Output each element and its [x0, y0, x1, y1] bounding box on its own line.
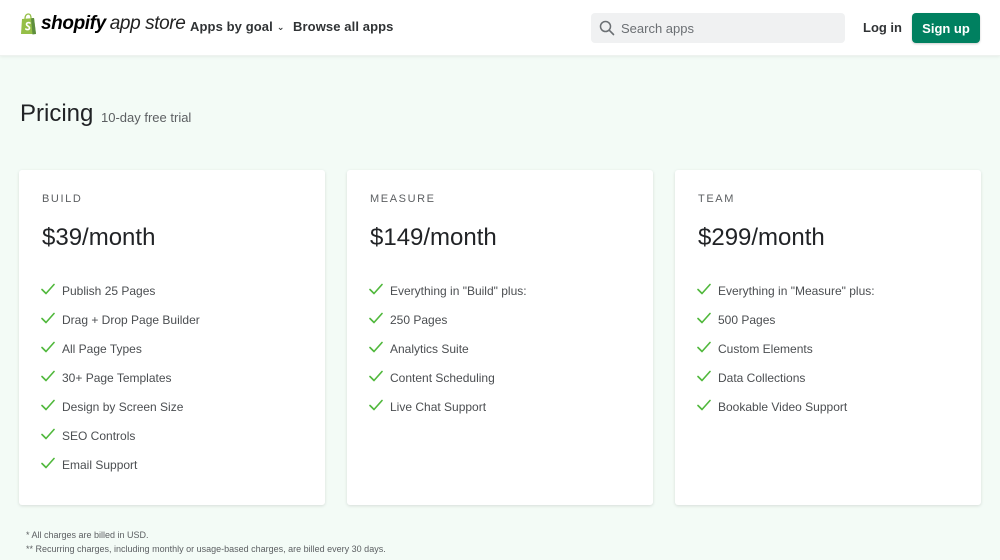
feature-item: Content Scheduling — [369, 363, 527, 392]
feature-item: Custom Elements — [697, 334, 875, 363]
shopify-app-store-logo[interactable]: shopify app store — [19, 13, 186, 35]
nav-apps-by-goal-label: Apps by goal — [190, 19, 273, 34]
checkmark-icon — [41, 457, 62, 472]
feature-label: Data Collections — [718, 370, 806, 385]
feature-item: Everything in "Measure" plus: — [697, 276, 875, 305]
feature-label: Drag + Drop Page Builder — [62, 312, 200, 327]
checkmark-icon — [697, 370, 718, 385]
feature-label: Content Scheduling — [390, 370, 495, 385]
checkmark-icon — [369, 370, 390, 385]
footnote-currency: * All charges are billed in USD. — [26, 530, 149, 540]
feature-list: Publish 25 Pages Drag + Drop Page Builder… — [41, 276, 200, 479]
feature-label: Publish 25 Pages — [62, 283, 156, 298]
feature-item: Publish 25 Pages — [41, 276, 200, 305]
checkmark-icon — [369, 312, 390, 327]
feature-item: 500 Pages — [697, 305, 875, 334]
page-title: Pricing — [20, 100, 94, 127]
checkmark-icon — [697, 312, 718, 327]
search-input[interactable] — [621, 20, 831, 36]
shopify-bag-icon — [19, 13, 38, 35]
free-trial-note: 10-day free trial — [101, 110, 192, 125]
login-link[interactable]: Log in — [863, 20, 902, 35]
feature-label: Email Support — [62, 457, 138, 472]
plan-name: BUILD — [42, 193, 83, 205]
feature-label: 30+ Page Templates — [62, 370, 172, 385]
checkmark-icon — [369, 283, 390, 298]
checkmark-icon — [41, 370, 62, 385]
checkmark-icon — [41, 312, 62, 327]
search-icon — [599, 20, 615, 36]
feature-item: Everything in "Build" plus: — [369, 276, 527, 305]
checkmark-icon — [697, 341, 718, 356]
feature-item: Live Chat Support — [369, 392, 527, 421]
top-nav-bar: shopify app store Apps by goal ⌄ Browse a… — [0, 0, 1000, 56]
checkmark-icon — [41, 341, 62, 356]
plan-price: $149/month — [370, 224, 497, 251]
chevron-down-icon: ⌄ — [276, 22, 285, 32]
feature-label: Design by Screen Size — [62, 399, 184, 414]
plan-price: $39/month — [42, 224, 156, 251]
footnote-billing-cycle: ** Recurring charges, including monthly … — [26, 544, 386, 554]
plan-name: TEAM — [698, 193, 735, 205]
feature-item: SEO Controls — [41, 421, 200, 450]
checkmark-icon — [41, 399, 62, 414]
feature-label: SEO Controls — [62, 428, 136, 443]
checkmark-icon — [369, 399, 390, 414]
checkmark-icon — [697, 399, 718, 414]
feature-label: 500 Pages — [718, 312, 776, 327]
feature-item: Drag + Drop Page Builder — [41, 305, 200, 334]
feature-label: Live Chat Support — [390, 399, 487, 414]
plan-card-measure: MEASURE $149/month Everything in "Build"… — [347, 170, 653, 505]
nav-apps-by-goal[interactable]: Apps by goal ⌄ — [190, 19, 284, 34]
feature-label: Everything in "Measure" plus: — [718, 283, 875, 298]
search-box[interactable] — [591, 13, 845, 43]
plan-card-team: TEAM $299/month Everything in "Measure" … — [675, 170, 981, 505]
signup-button[interactable]: Sign up — [912, 13, 980, 43]
feature-item: Bookable Video Support — [697, 392, 875, 421]
feature-label: Bookable Video Support — [718, 399, 848, 414]
feature-list: Everything in "Measure" plus: 500 Pages Cu… — [697, 276, 875, 421]
checkmark-icon — [697, 283, 718, 298]
feature-label: Analytics Suite — [390, 341, 469, 356]
checkmark-icon — [41, 428, 62, 443]
nav-browse-all-apps[interactable]: Browse all apps — [293, 19, 393, 34]
feature-label: 250 Pages — [390, 312, 448, 327]
plan-card-build: BUILD $39/month Publish 25 Pages Drag + D… — [19, 170, 325, 505]
feature-label: Custom Elements — [718, 341, 813, 356]
feature-label: Everything in "Build" plus: — [390, 283, 527, 298]
logo-wordmark: shopify — [41, 13, 106, 34]
feature-item: 250 Pages — [369, 305, 527, 334]
feature-item: Email Support — [41, 450, 200, 479]
plan-price: $299/month — [698, 224, 825, 251]
feature-item: Analytics Suite — [369, 334, 527, 363]
feature-item: 30+ Page Templates — [41, 363, 200, 392]
plan-name: MEASURE — [370, 193, 436, 205]
footnotes: * All charges are billed in USD. ** Recu… — [26, 528, 386, 556]
logo-subtitle: app store — [109, 13, 186, 34]
feature-list: Everything in "Build" plus: 250 Pages Anal… — [369, 276, 527, 421]
feature-item: Design by Screen Size — [41, 392, 200, 421]
feature-item: All Page Types — [41, 334, 200, 363]
feature-item: Data Collections — [697, 363, 875, 392]
feature-label: All Page Types — [62, 341, 142, 356]
checkmark-icon — [369, 341, 390, 356]
checkmark-icon — [41, 283, 62, 298]
